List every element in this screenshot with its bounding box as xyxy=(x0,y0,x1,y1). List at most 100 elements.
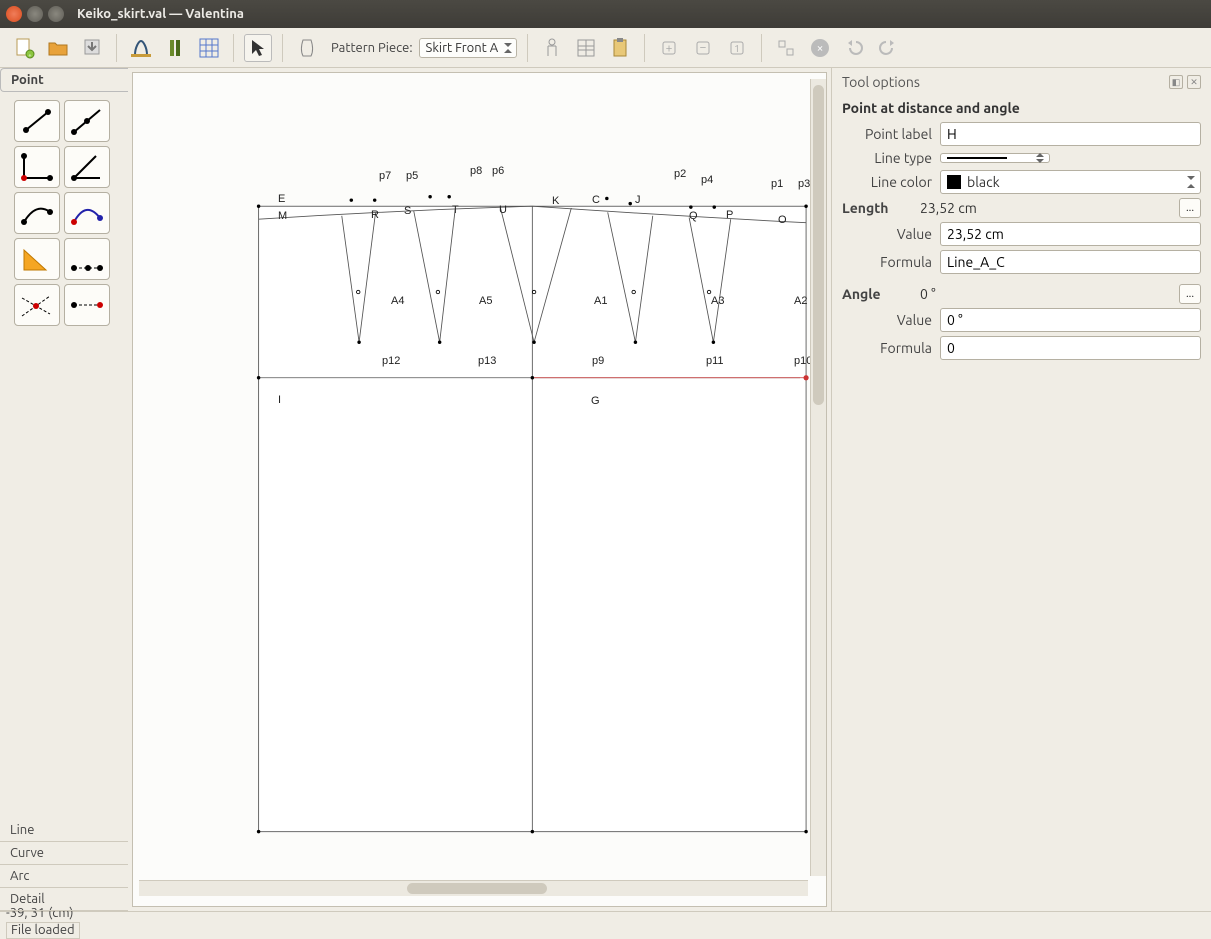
point-label-input[interactable] xyxy=(940,122,1201,146)
canvas-label: p4 xyxy=(701,174,713,186)
tool-point-intersection[interactable] xyxy=(64,238,110,280)
pointer-tool-button[interactable] xyxy=(244,34,272,62)
tab-detail[interactable]: Detail xyxy=(0,888,128,911)
canvas-label: p11 xyxy=(706,355,724,367)
point-label-label: Point label xyxy=(842,126,932,142)
canvas-label: p7 xyxy=(379,170,391,182)
length-display: 23,52 cm xyxy=(920,200,1171,216)
canvas-label: p1 xyxy=(771,178,783,190)
svg-text:×: × xyxy=(817,42,824,55)
canvas-label: p5 xyxy=(406,170,418,182)
canvas-label: M xyxy=(278,210,287,222)
line-type-label: Line type xyxy=(842,150,932,166)
line-color-select[interactable]: black xyxy=(940,170,1201,194)
window-titlebar: Keiko_skirt.val — Valentina xyxy=(0,0,1211,28)
vertical-scrollbar[interactable] xyxy=(810,79,826,876)
angle-fx-button[interactable]: ... xyxy=(1179,284,1201,304)
toolbar-separator xyxy=(644,34,645,62)
canvas-label: A4 xyxy=(391,295,404,307)
canvas-label: A5 xyxy=(479,295,492,307)
toolbar-separator xyxy=(527,34,528,62)
left-tool-panel: Point Line Curve Arc Detail xyxy=(0,68,128,911)
zoom-in-button[interactable]: + xyxy=(655,34,683,62)
canvas-label: p13 xyxy=(478,355,496,367)
canvas-label: p12 xyxy=(382,355,400,367)
toolbar-separator xyxy=(233,34,234,62)
undo-button[interactable] xyxy=(840,34,868,62)
length-value-label: Value xyxy=(842,226,932,242)
save-file-button[interactable] xyxy=(78,34,106,62)
zoom-fit-button[interactable]: 1 xyxy=(723,34,751,62)
zoom-out-button[interactable]: − xyxy=(689,34,717,62)
clipboard-button[interactable] xyxy=(606,34,634,62)
svg-text:1: 1 xyxy=(734,43,740,54)
canvas-label: K xyxy=(552,195,559,207)
status-bar: -39, 31 (cm) File loaded xyxy=(0,911,1211,933)
canvas-label: E xyxy=(278,193,285,205)
main-toolbar: + Pattern Piece: Skirt Front A + − 1 × xyxy=(0,28,1211,68)
panel-close-icon[interactable]: ✕ xyxy=(1187,75,1201,89)
open-file-button[interactable] xyxy=(44,34,72,62)
canvas-label: P xyxy=(726,209,733,221)
canvas-label: p8 xyxy=(470,165,482,177)
table-button[interactable] xyxy=(572,34,600,62)
length-formula-label: Formula xyxy=(842,254,932,270)
angle-value-input[interactable] xyxy=(940,308,1201,332)
tool-bisector[interactable] xyxy=(64,146,110,188)
drawing-canvas[interactable]: p7p5p8p6p2p4p1p3EMRSTUKCJQPONALA4A5A1A3A… xyxy=(132,72,827,907)
window-title: Keiko_skirt.val — Valentina xyxy=(77,7,244,21)
redo-button[interactable] xyxy=(874,34,902,62)
panel-float-icon[interactable]: ◧ xyxy=(1169,75,1183,89)
pattern-piece-label: Pattern Piece: xyxy=(331,41,413,55)
new-file-button[interactable]: + xyxy=(10,34,38,62)
canvas-label: p9 xyxy=(592,355,604,367)
angle-formula-label: Formula xyxy=(842,340,932,356)
canvas-label: C xyxy=(592,194,600,206)
tab-line[interactable]: Line xyxy=(0,819,128,842)
canvas-label: R xyxy=(371,209,379,221)
canvas-label: p3 xyxy=(798,178,810,190)
angle-value-label: Value xyxy=(842,312,932,328)
zoom-original-button[interactable] xyxy=(772,34,800,62)
window-minimize-button[interactable] xyxy=(27,6,43,22)
canvas-label: I xyxy=(278,394,281,406)
length-fx-button[interactable]: ... xyxy=(1179,198,1201,218)
pattern-piece-select[interactable]: Skirt Front A xyxy=(419,38,518,58)
angle-formula-input[interactable] xyxy=(940,336,1201,360)
canvas-label: J xyxy=(635,194,641,206)
canvas-label: S xyxy=(404,205,411,217)
pattern-piece-button[interactable] xyxy=(161,34,189,62)
horizontal-scrollbar[interactable] xyxy=(139,880,808,896)
body-measurements-button[interactable] xyxy=(538,34,566,62)
tab-curve[interactable]: Curve xyxy=(0,842,128,865)
tool-endpoint[interactable] xyxy=(14,100,60,142)
canvas-label: A1 xyxy=(594,295,607,307)
add-pattern-button[interactable] xyxy=(293,34,321,62)
status-message: File loaded xyxy=(6,922,80,939)
tool-along-line[interactable] xyxy=(64,100,110,142)
length-value-input[interactable] xyxy=(940,222,1201,246)
canvas-label: O xyxy=(778,214,787,226)
tool-cut[interactable] xyxy=(64,284,110,326)
tool-shoulder[interactable] xyxy=(14,192,60,234)
length-label: Length xyxy=(842,200,912,216)
layout-button[interactable] xyxy=(195,34,223,62)
canvas-label: U xyxy=(499,204,507,216)
canvas-label: G xyxy=(591,395,600,407)
line-type-select[interactable] xyxy=(940,153,1050,163)
tab-point[interactable]: Point xyxy=(0,68,128,92)
tool-line-intersect[interactable] xyxy=(14,284,60,326)
stop-button[interactable]: × xyxy=(806,34,834,62)
window-maximize-button[interactable] xyxy=(48,6,64,22)
tool-normal[interactable] xyxy=(14,146,60,188)
measurements-button[interactable] xyxy=(127,34,155,62)
tab-arc[interactable]: Arc xyxy=(0,865,128,888)
tool-point-of-contact[interactable] xyxy=(64,192,110,234)
angle-display: 0 ° xyxy=(920,286,1171,302)
canvas-label: Q xyxy=(689,210,698,222)
svg-text:+: + xyxy=(666,42,673,55)
window-close-button[interactable] xyxy=(6,6,22,22)
angle-label: Angle xyxy=(842,286,912,302)
length-formula-input[interactable] xyxy=(940,250,1201,274)
tool-triangle[interactable] xyxy=(14,238,60,280)
